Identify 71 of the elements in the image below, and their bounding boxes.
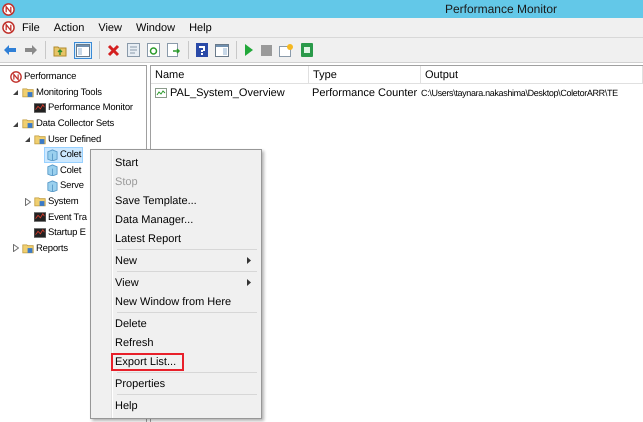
column-header[interactable]: Name	[151, 66, 309, 83]
folder-up-icon[interactable]	[53, 44, 67, 56]
folder-icon	[34, 196, 46, 208]
monitor-icon	[34, 212, 46, 222]
menu-item[interactable]: Refresh	[93, 333, 259, 352]
cube-icon	[46, 180, 58, 192]
tree-item[interactable]: Event Tra	[32, 209, 89, 226]
stop-icon[interactable]	[261, 44, 272, 56]
back-icon[interactable]	[3, 44, 17, 56]
tree-item[interactable]: User Defined	[32, 131, 104, 148]
menu-item[interactable]: Save Template...	[93, 191, 259, 210]
tree-item[interactable]: Colet	[44, 146, 84, 163]
tree-item[interactable]: Performance Monitor	[32, 100, 135, 116]
menu-item[interactable]: New	[93, 251, 259, 270]
new-item-icon[interactable]	[279, 43, 294, 57]
expanded-arrow-icon[interactable]	[24, 135, 31, 144]
folder-icon	[22, 118, 34, 130]
menu-item[interactable]: Action	[46, 22, 92, 34]
menu-item[interactable]: View	[93, 273, 259, 292]
monitor-icon	[34, 228, 46, 238]
expanded-arrow-icon[interactable]	[12, 120, 19, 128]
menu-item[interactable]: Start	[93, 153, 259, 172]
folder-icon	[22, 86, 34, 98]
properties-icon[interactable]	[127, 43, 140, 57]
console-tree-button[interactable]	[74, 42, 92, 58]
folder-icon	[34, 134, 46, 145]
export-icon[interactable]	[167, 43, 181, 57]
chart-icon	[155, 88, 167, 98]
monitor-icon	[34, 102, 46, 113]
menu-item[interactable]: Delete	[93, 314, 259, 333]
menu-item[interactable]: Window	[128, 22, 182, 34]
menu-item[interactable]: Export List...	[93, 352, 259, 371]
folder-icon	[22, 242, 34, 254]
cube-icon	[46, 164, 58, 176]
app-logo-icon	[10, 70, 22, 83]
tree-item[interactable]: Data Collector Sets	[20, 116, 116, 132]
cube-icon	[46, 148, 58, 161]
tree-item[interactable]: System	[32, 194, 80, 210]
tree-item[interactable]: Serve	[44, 178, 86, 194]
collapsed-arrow-icon[interactable]	[24, 198, 31, 206]
help-book-icon[interactable]	[196, 43, 208, 57]
app-icon	[2, 2, 15, 16]
delete-icon[interactable]	[107, 44, 120, 56]
menu-item[interactable]: Properties	[93, 374, 259, 393]
menu-item[interactable]: Help	[182, 22, 219, 34]
refresh-icon[interactable]	[147, 43, 160, 57]
tree-item[interactable]: Colet	[44, 162, 84, 178]
panel-icon	[76, 44, 90, 56]
forward-icon[interactable]	[24, 44, 38, 56]
panel-icon[interactable]	[215, 44, 229, 56]
table-cell-text: Performance Counter	[311, 86, 418, 98]
collapsed-arrow-icon[interactable]	[12, 244, 19, 252]
menu-item[interactable]: File	[15, 22, 47, 34]
report-icon[interactable]	[301, 43, 313, 57]
tree-item[interactable]: Startup E	[32, 224, 88, 241]
tree-item[interactable]: Reports	[20, 240, 70, 256]
menu-item[interactable]: Help	[93, 396, 259, 415]
menu-item[interactable]: New Window from Here	[93, 292, 259, 311]
column-header[interactable]: Type	[309, 66, 421, 83]
app-icon[interactable]	[2, 21, 15, 34]
window-title: Performance Monitor	[444, 2, 557, 16]
play-icon[interactable]	[244, 44, 254, 56]
menu-item[interactable]: Latest Report	[93, 229, 259, 248]
menu-item[interactable]: Data Manager...	[93, 210, 259, 229]
tree-item[interactable]: Monitoring Tools	[20, 84, 104, 100]
table-cell-text: C:\Users\taynara.nakashima\Desktop\ColetorARR\TE	[420, 88, 619, 98]
expanded-arrow-icon[interactable]	[12, 88, 19, 96]
tree-item[interactable]: Performance	[8, 68, 78, 85]
menu-item[interactable]: View	[91, 22, 129, 34]
column-header[interactable]: Output	[421, 66, 643, 83]
table-cell: PAL_System_Overview	[151, 86, 308, 98]
